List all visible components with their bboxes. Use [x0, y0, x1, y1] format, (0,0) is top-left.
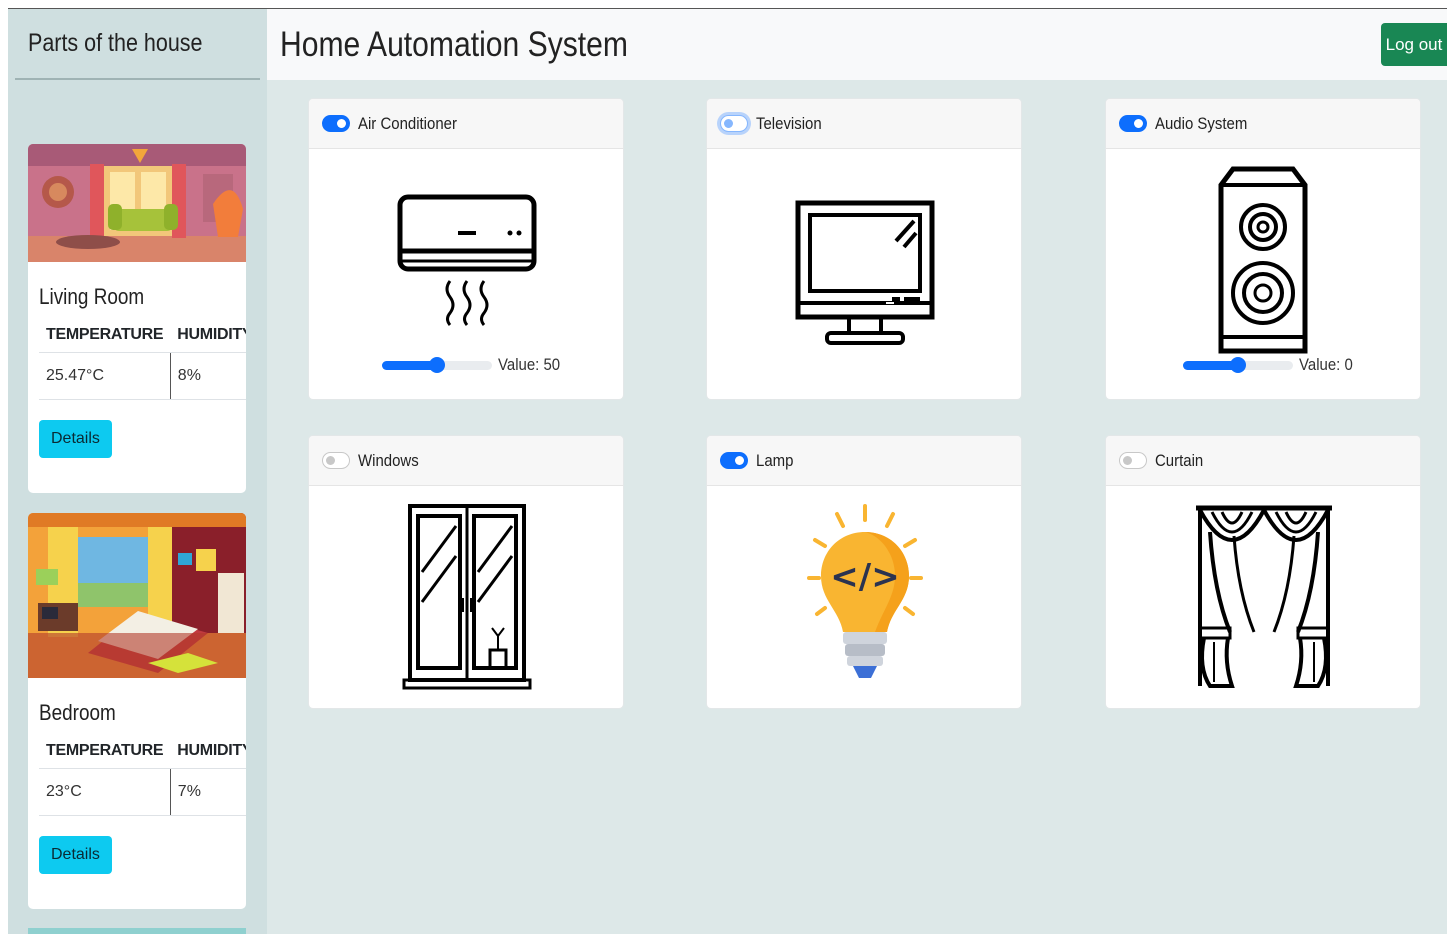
device-label: Audio System — [1155, 113, 1248, 133]
room-card-bedroom: Bedroom TEMPERATURE HUMIDITY 23°C 7% Det… — [28, 513, 246, 909]
device-card-header: Windows — [309, 436, 623, 486]
sidebar-title: Parts of the house — [28, 29, 203, 57]
device-card-lamp: Lamp </> — [706, 435, 1022, 709]
room-name: Bedroom — [39, 700, 116, 725]
room-name: Living Room — [39, 284, 145, 309]
top-bar: Home Automation System Log out — [267, 9, 1447, 80]
room-stats-table: TEMPERATURE HUMIDITY 25.47°C 8% — [39, 318, 246, 400]
living-room-image — [28, 144, 246, 262]
lamp-toggle[interactable] — [720, 452, 748, 469]
device-card-television: Television — [706, 98, 1022, 400]
device-card-header: Audio System — [1106, 99, 1420, 149]
app-page: Parts of the house Living Room TEMPERATU… — [8, 8, 1447, 934]
windows-toggle[interactable] — [322, 452, 350, 469]
bedroom-image — [28, 513, 246, 678]
humidity-value: 8% — [170, 352, 246, 400]
next-room-card-edge — [28, 928, 246, 934]
sidebar: Parts of the house Living Room TEMPERATU… — [8, 9, 267, 934]
audio-system-slider[interactable] — [1183, 356, 1293, 373]
sidebar-header: Parts of the house — [15, 9, 260, 80]
page-title: Home Automation System — [280, 24, 628, 64]
slider-value: Value: 50 — [498, 355, 561, 374]
device-label: Windows — [358, 450, 419, 470]
temperature-value: 23°C — [39, 768, 171, 816]
slider-thumb[interactable] — [429, 356, 445, 373]
room-body: Living Room TEMPERATURE HUMIDITY 25.47°C… — [28, 284, 246, 458]
device-card-header: Television — [707, 99, 1021, 149]
device-card-windows: Windows — [308, 435, 624, 709]
device-label: Television — [756, 113, 822, 133]
audio-system-toggle[interactable] — [1119, 115, 1147, 132]
room-card-living-room: Living Room TEMPERATURE HUMIDITY 25.47°C… — [28, 144, 246, 493]
device-card-header: Curtain — [1106, 436, 1420, 486]
device-card-header: Air Conditioner — [309, 99, 623, 149]
details-button-living-room[interactable]: Details — [39, 420, 112, 458]
humidity-header: HUMIDITY — [170, 318, 246, 353]
humidity-value: 7% — [170, 768, 246, 816]
svg-text:</>: </> — [830, 557, 899, 597]
air-conditioner-slider[interactable] — [382, 356, 492, 373]
room-stats-table: TEMPERATURE HUMIDITY 23°C 7% — [39, 734, 246, 816]
device-card-curtain: Curtain — [1105, 435, 1421, 709]
air-conditioner-slider-row: Value: 50 — [382, 355, 569, 375]
audio-system-slider-row: Value: 0 — [1183, 355, 1360, 375]
curtain-icon — [1196, 505, 1332, 688]
device-label: Lamp — [756, 450, 794, 470]
television-toggle[interactable] — [720, 115, 748, 132]
window-icon — [402, 504, 532, 690]
device-card-air-conditioner: Air Conditioner Value: 50 — [308, 98, 624, 400]
device-label: Air Conditioner — [358, 113, 457, 133]
speaker-icon — [1218, 166, 1308, 354]
temperature-header: TEMPERATURE — [39, 734, 171, 769]
slider-value: Value: 0 — [1299, 355, 1353, 374]
television-icon — [795, 200, 935, 345]
slider-thumb[interactable] — [1230, 356, 1246, 373]
lightbulb-code-icon: </> — [807, 504, 923, 678]
logout-button[interactable]: Log out — [1381, 23, 1447, 66]
main-content: Home Automation System Log out Air Condi… — [267, 9, 1447, 934]
temperature-value: 25.47°C — [39, 352, 171, 400]
room-body: Bedroom TEMPERATURE HUMIDITY 23°C 7% Det… — [28, 700, 246, 874]
temperature-header: TEMPERATURE — [39, 318, 171, 353]
air-conditioner-icon — [397, 194, 537, 326]
curtain-toggle[interactable] — [1119, 452, 1147, 469]
device-label: Curtain — [1155, 450, 1204, 470]
device-card-audio-system: Audio System Value: 0 — [1105, 98, 1421, 400]
device-card-header: Lamp — [707, 436, 1021, 486]
humidity-header: HUMIDITY — [170, 734, 246, 769]
details-button-bedroom[interactable]: Details — [39, 836, 112, 874]
air-conditioner-toggle[interactable] — [322, 115, 350, 132]
